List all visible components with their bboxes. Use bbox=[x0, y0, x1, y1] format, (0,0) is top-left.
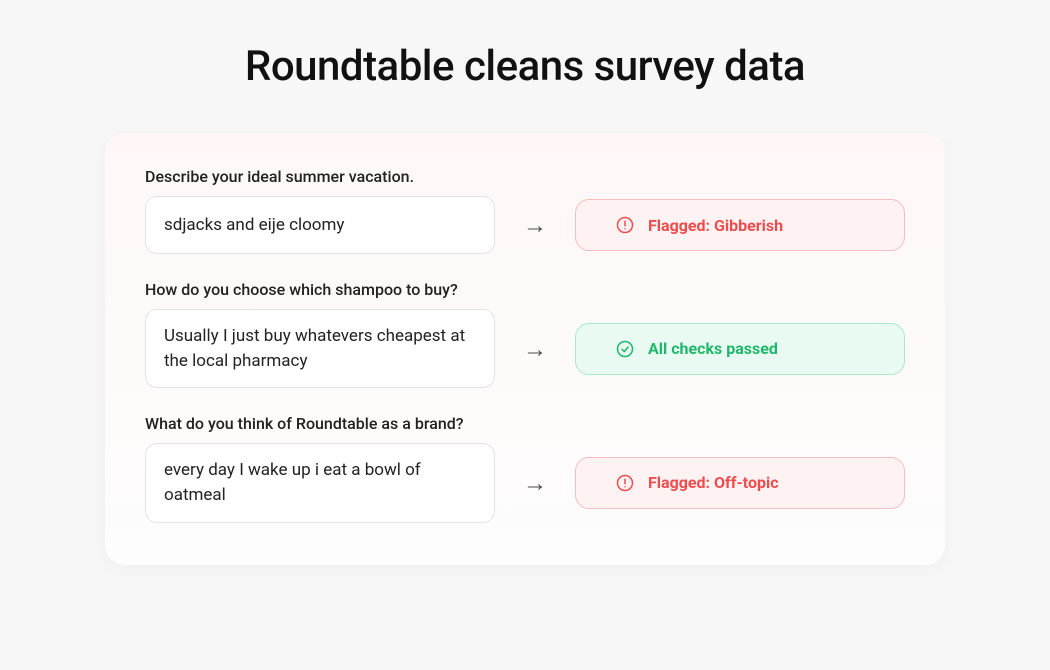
survey-question: How do you choose which shampoo to buy? bbox=[145, 280, 905, 299]
check-circle-icon bbox=[616, 340, 634, 358]
status-badge: All checks passed bbox=[575, 323, 905, 375]
survey-response-text: Usually I just buy whatevers cheapest at… bbox=[164, 324, 476, 373]
status-label: All checks passed bbox=[648, 339, 778, 358]
example-row-body: every day I wake up i eat a bowl of oatm… bbox=[145, 443, 905, 522]
alert-circle-icon bbox=[616, 216, 634, 234]
arrow-right-icon: → bbox=[523, 213, 547, 237]
arrow-right-icon: → bbox=[523, 337, 547, 361]
survey-response: Usually I just buy whatevers cheapest at… bbox=[145, 309, 495, 388]
alert-circle-icon bbox=[616, 474, 634, 492]
example-row: What do you think of Roundtable as a bra… bbox=[145, 414, 905, 522]
survey-response: every day I wake up i eat a bowl of oatm… bbox=[145, 443, 495, 522]
example-row-body: Usually I just buy whatevers cheapest at… bbox=[145, 309, 905, 388]
status-badge: Flagged: Off-topic bbox=[575, 457, 905, 509]
page-headline: Roundtable cleans survey data bbox=[245, 42, 805, 91]
survey-response-text: sdjacks and eije cloomy bbox=[164, 213, 344, 238]
survey-question: What do you think of Roundtable as a bra… bbox=[145, 414, 905, 433]
status-label: Flagged: Off-topic bbox=[648, 473, 779, 492]
arrow-right-icon: → bbox=[523, 471, 547, 495]
survey-response-text: every day I wake up i eat a bowl of oatm… bbox=[164, 458, 476, 507]
survey-question: Describe your ideal summer vacation. bbox=[145, 167, 905, 186]
examples-card: Describe your ideal summer vacation. sdj… bbox=[105, 133, 945, 565]
survey-response: sdjacks and eije cloomy bbox=[145, 196, 495, 254]
example-row: Describe your ideal summer vacation. sdj… bbox=[145, 167, 905, 254]
example-row: How do you choose which shampoo to buy? … bbox=[145, 280, 905, 388]
status-badge: Flagged: Gibberish bbox=[575, 199, 905, 251]
example-row-body: sdjacks and eije cloomy → Flagged: Gibbe… bbox=[145, 196, 905, 254]
status-label: Flagged: Gibberish bbox=[648, 216, 783, 235]
